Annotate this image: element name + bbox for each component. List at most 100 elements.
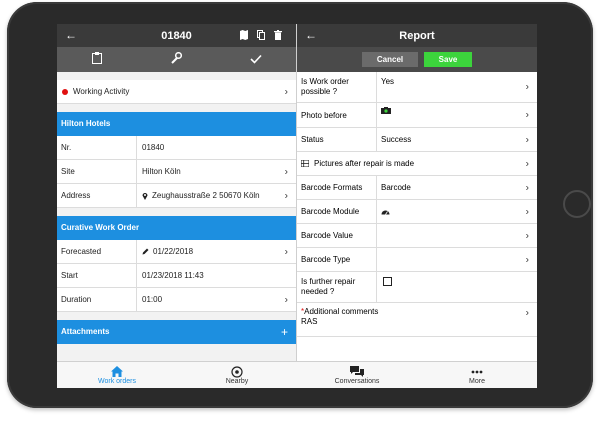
field-row-start: Start 01/23/2018 11:43 [57,264,296,288]
gauge-icon [381,210,390,215]
more-dots-icon [471,365,483,378]
location-pin-icon [142,192,148,200]
working-activity-row[interactable]: Working Activity › [57,80,296,104]
field-row-address[interactable]: Address Zeughausstraße 2 50670 Köln › [57,184,296,208]
nav-label: Nearby [225,378,249,385]
report-header: ← Report [297,24,537,47]
report-row-label: Barcode Module [297,200,377,223]
add-attachment-plus-icon[interactable]: + [281,320,288,344]
back-arrow-icon[interactable]: ← [65,28,77,42]
section-title: Attachments [61,327,110,336]
report-panel: ← Report Cancel Save Is Work order possi… [297,24,537,361]
location-target-icon [231,365,243,378]
trash-icon[interactable] [274,30,282,40]
report-row-label: Pictures after repair is made [314,159,415,168]
chevron-right-icon: › [284,294,288,305]
report-row-label: Status [297,128,377,151]
report-title: Report [399,29,435,42]
clipboard-icon[interactable] [67,52,127,67]
chevron-right-icon: › [284,86,288,97]
home-icon [111,365,123,378]
bottom-navigation: Work orders Nearby Conversations More [57,361,537,388]
chevron-right-icon: › [525,134,529,145]
report-row-value [377,224,537,247]
nav-nearby[interactable]: Nearby [177,362,297,388]
field-value: 01/23/2018 11:43 [142,270,204,280]
field-key: Start [57,264,137,287]
save-button[interactable]: Save [424,52,472,67]
nav-conversations[interactable]: Conversations [297,362,417,388]
report-row-label: Barcode Formats [297,176,377,199]
report-row-label: Photo before [297,103,377,127]
field-row-duration[interactable]: Duration 01:00 › [57,288,296,312]
chevron-right-icon: › [284,246,288,257]
field-key: Duration [57,288,137,311]
chevron-right-icon: › [525,81,529,93]
attachments-section[interactable]: Attachments + [57,320,296,344]
curative-work-order-section[interactable]: Curative Work Order [57,216,296,240]
report-row-value: Barcode [381,183,411,192]
report-row-barcode-value[interactable]: Barcode Value › [297,224,537,248]
report-row-value: Yes [381,77,395,86]
nav-label: Conversations [334,378,380,385]
field-value: 01/22/2018 [153,246,194,256]
grid-list-icon [301,160,309,167]
field-value: Hilton Köln [142,166,181,176]
work-order-panel: ← 01840 Working Activity › Hilton Hotels… [57,24,297,361]
section-title: Curative Work Order [61,223,140,232]
report-row-barcode-formats[interactable]: Barcode Formats Barcode › [297,176,537,200]
cancel-button[interactable]: Cancel [362,52,418,67]
section-title: Hilton Hotels [61,119,111,128]
field-key: Address [57,184,137,207]
checkmark-icon[interactable] [226,52,286,67]
nav-label: More [469,378,485,385]
pencil-icon [142,248,149,255]
nav-work-orders[interactable]: Work orders [57,362,177,388]
chevron-right-icon: › [525,206,529,217]
field-row-site[interactable]: Site Hilton Köln › [57,160,296,184]
camera-icon [381,107,391,114]
report-row-label: Barcode Type [297,248,377,271]
report-row-status[interactable]: Status Success › [297,128,537,152]
report-row-work-order-possible[interactable]: Is Work order possible ? Yes › [297,72,537,103]
chevron-right-icon: › [525,307,529,319]
hilton-hotels-section[interactable]: Hilton Hotels [57,112,296,136]
work-order-header: ← 01840 [57,24,296,47]
report-row-value [377,248,537,271]
further-repair-checkbox[interactable] [383,277,392,286]
comments-label: Additional comments [304,307,379,316]
copy-icon[interactable] [257,30,265,40]
chevron-right-icon: › [525,182,529,193]
nav-label: Work orders [98,378,136,385]
chevron-right-icon: › [284,166,288,177]
field-row-nr: Nr. 01840 [57,136,296,160]
back-arrow-icon[interactable]: ← [305,28,317,42]
map-icon[interactable] [240,30,248,40]
report-row-value: Success [381,135,412,144]
field-value: 01:00 [142,294,163,304]
report-row-label: Is Work order possible ? [297,72,377,102]
tablet-home-button[interactable] [563,190,591,218]
field-value: 01840 [142,142,165,152]
report-row-label: Is further repair needed ? [297,272,377,302]
report-row-barcode-module[interactable]: Barcode Module › [297,200,537,224]
chevron-right-icon: › [525,254,529,265]
field-value: Zeughausstraße 2 50670 Köln [152,190,260,200]
nav-more[interactable]: More [417,362,537,388]
report-row-barcode-type[interactable]: Barcode Type › [297,248,537,272]
comments-value: RAS [301,317,318,326]
report-row-additional-comments[interactable]: *Additional comments RAS › [297,303,537,337]
chevron-right-icon: › [525,158,529,169]
status-dot-icon [62,89,68,95]
field-key: Forecasted [57,240,137,263]
wrench-icon[interactable] [146,51,206,67]
chevron-right-icon: › [525,230,529,241]
chevron-right-icon: › [284,190,288,201]
working-activity-label: Working Activity [73,87,130,96]
report-row-photo-before[interactable]: Photo before › [297,103,537,128]
field-key: Site [57,160,137,183]
field-key: Nr. [57,136,137,159]
report-row-label: Barcode Value [297,224,377,247]
report-row-pictures-after[interactable]: Pictures after repair is made › [297,152,537,176]
field-row-forecasted[interactable]: Forecasted 01/22/2018 › [57,240,296,264]
